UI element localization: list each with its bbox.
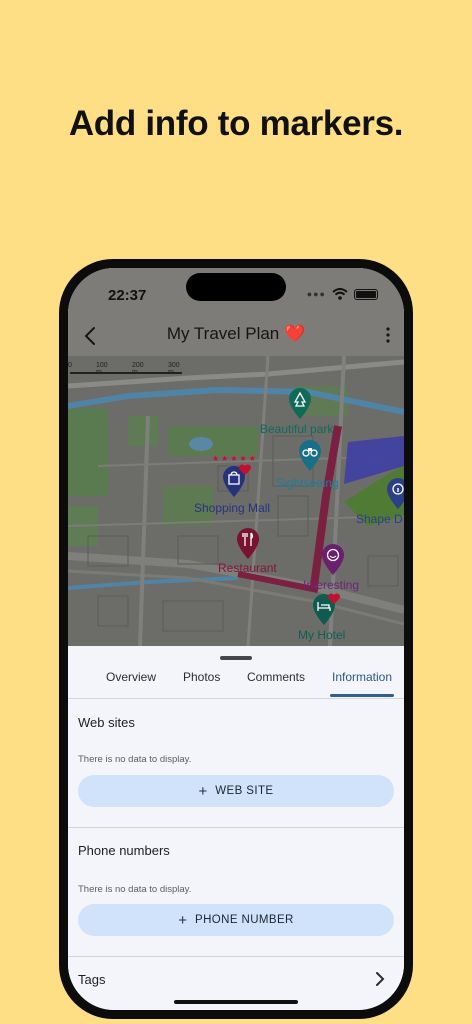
more-vert-icon[interactable]: [384, 326, 392, 344]
smiley-icon: [322, 544, 344, 575]
chevron-right-icon: [376, 972, 385, 986]
favorite-heart-icon: [327, 593, 341, 604]
add-web-site-label: WEB SITE: [215, 785, 274, 797]
wifi-icon: [332, 288, 348, 300]
fork-knife-icon: [237, 528, 259, 559]
web-sites-title: Web sites: [78, 715, 135, 730]
section-divider: [68, 827, 404, 828]
add-phone-number-button[interactable]: + PHONE NUMBER: [78, 904, 394, 936]
home-indicator: [174, 1000, 298, 1004]
drag-handle[interactable]: [220, 656, 252, 660]
tree-icon: [289, 388, 311, 419]
marker-label: Beautiful park: [260, 422, 334, 436]
section-divider: [68, 956, 404, 957]
tags-title: Tags: [78, 972, 106, 987]
signal-icon: ●●●: [306, 289, 326, 299]
phone-frame: 22:37 ●●● My Travel Plan ❤️ 0 100 m 200 …: [59, 259, 413, 1019]
phone-screen: 22:37 ●●● My Travel Plan ❤️ 0 100 m 200 …: [68, 268, 404, 1010]
binoculars-icon: [299, 440, 321, 471]
tabs-divider: [68, 698, 404, 699]
marker-label: My Hotel: [298, 628, 346, 642]
map-view[interactable]: 0 100 m 200 m 300 m Beautiful park Sight…: [68, 356, 404, 646]
add-phone-number-label: PHONE NUMBER: [195, 914, 294, 926]
marker-label: Restaurant: [218, 561, 277, 575]
add-web-site-button[interactable]: + WEB SITE: [78, 775, 394, 807]
marker-label: Shopping Mall: [194, 501, 271, 515]
phone-numbers-empty-text: There is no data to display.: [78, 884, 192, 895]
tab-information[interactable]: Information: [332, 670, 392, 684]
battery-icon: [354, 288, 378, 300]
info-icon: [387, 478, 404, 509]
bottom-sheet: Overview Photos Comments Information Web…: [68, 646, 404, 1010]
app-header: 22:37 ●●● My Travel Plan ❤️: [68, 268, 404, 356]
status-icons: ●●●: [307, 288, 378, 300]
headline: Add info to markers.: [68, 104, 404, 143]
marker-label: Interesting: [303, 578, 360, 592]
favorite-heart-icon: [238, 464, 252, 475]
rating-stars: ★★★★★: [212, 454, 258, 463]
page-title: My Travel Plan ❤️: [166, 324, 306, 343]
dynamic-island: [186, 273, 286, 301]
phone-numbers-title: Phone numbers: [78, 843, 170, 858]
tab-comments[interactable]: Comments: [247, 670, 305, 684]
web-sites-empty-text: There is no data to display.: [78, 754, 192, 765]
status-time: 22:37: [108, 287, 147, 304]
plus-icon: +: [178, 911, 188, 929]
marker-label: Sightseeing: [276, 476, 339, 490]
marker-label: Shape D: [356, 512, 403, 526]
plus-icon: +: [198, 782, 208, 800]
tab-overview[interactable]: Overview: [106, 670, 156, 684]
tab-photos[interactable]: Photos: [183, 670, 220, 684]
tab-indicator: [330, 694, 394, 697]
